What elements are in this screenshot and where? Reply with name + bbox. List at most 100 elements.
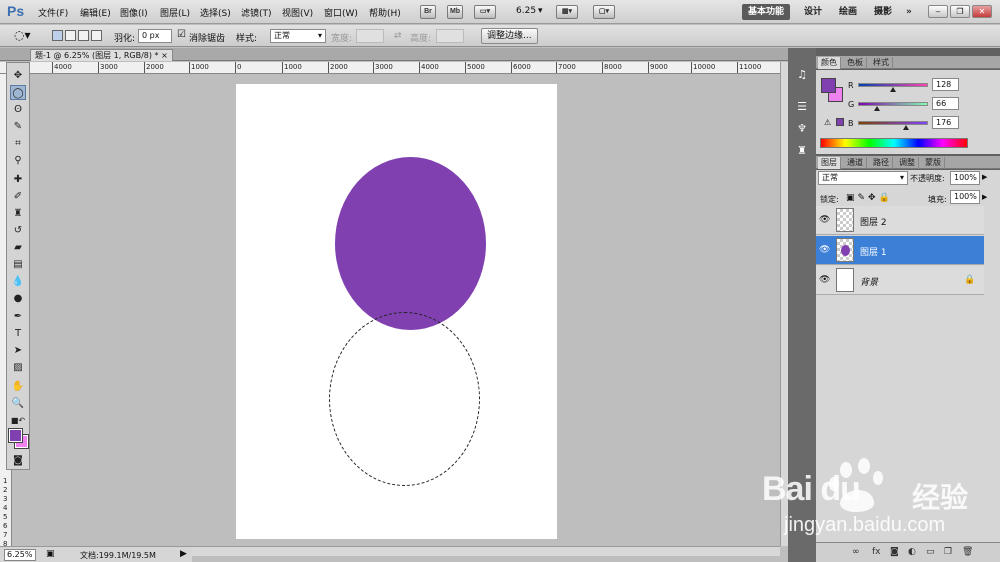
type-icon[interactable]: T: [10, 326, 26, 341]
adjustment-layer-icon[interactable]: ◐: [908, 547, 916, 557]
quick-mask-icon[interactable]: ◙: [10, 453, 26, 468]
new-layer-icon[interactable]: ❐: [944, 547, 952, 557]
healing-brush-icon[interactable]: ✚: [10, 172, 26, 187]
eraser-icon[interactable]: ▰: [10, 240, 26, 255]
history-brush-icon[interactable]: ↺: [10, 223, 26, 238]
clone-source-icon[interactable]: ♆: [795, 122, 809, 136]
layer-mask-icon[interactable]: ◙: [890, 547, 899, 557]
close-icon[interactable]: ✕: [972, 5, 992, 18]
history-panel-icon[interactable]: ♫: [795, 68, 809, 82]
intersect-selection-icon[interactable]: [91, 30, 102, 41]
menu-window[interactable]: 窗口(W): [324, 6, 358, 19]
brush-icon[interactable]: ✐: [10, 189, 26, 204]
dodge-icon[interactable]: ●: [10, 291, 26, 306]
crop-icon[interactable]: ⌗: [10, 136, 26, 151]
tab-channels[interactable]: 通道: [844, 157, 867, 169]
menu-view[interactable]: 视图(V): [282, 6, 313, 19]
status-menu-icon[interactable]: ▣: [46, 549, 55, 559]
workspace-essentials[interactable]: 基本功能: [742, 4, 791, 20]
menu-image[interactable]: 图像(I): [120, 6, 148, 19]
channel-b-input[interactable]: 176: [932, 116, 959, 129]
menu-select[interactable]: 选择(S): [200, 6, 231, 19]
feather-input[interactable]: 0 px: [138, 29, 172, 43]
delete-layer-icon[interactable]: 🗑: [962, 547, 973, 557]
blend-mode-select[interactable]: 正常 ▾: [818, 171, 908, 185]
refine-edge-button[interactable]: 调整边缘...: [481, 28, 538, 44]
layer-row-selected[interactable]: 👁 图层 1: [816, 236, 984, 265]
bridge-button[interactable]: Br: [420, 5, 436, 19]
menu-file[interactable]: 文件(F): [38, 6, 68, 19]
zoom-dropdown-icon[interactable]: ▾: [538, 6, 543, 16]
hand-icon[interactable]: ✋: [10, 379, 26, 394]
color-panel-foreground-swatch[interactable]: [821, 78, 836, 93]
fill-arrow-icon[interactable]: ▶: [982, 193, 987, 201]
link-layers-icon[interactable]: ∞: [852, 547, 860, 557]
zoom-field[interactable]: 6.25%: [4, 549, 36, 561]
restore-icon[interactable]: ❐: [950, 5, 970, 18]
channel-r-thumb[interactable]: [890, 87, 897, 92]
menu-help[interactable]: 帮助(H): [369, 6, 401, 19]
path-selection-icon[interactable]: ➤: [10, 343, 26, 358]
channel-b-thumb[interactable]: [902, 125, 909, 130]
tab-adjustments[interactable]: 调整: [896, 157, 919, 169]
subtract-selection-icon[interactable]: [78, 30, 89, 41]
layer-row[interactable]: 👁 图层 2: [816, 206, 984, 235]
menu-layer[interactable]: 图层(L): [160, 6, 190, 19]
default-colors-icon[interactable]: ■↶: [10, 413, 26, 428]
zoom-icon[interactable]: 🔍: [10, 396, 26, 411]
visibility-eye-icon[interactable]: 👁: [819, 275, 830, 285]
zoom-level[interactable]: 6.25: [516, 6, 536, 16]
adjustments-panel-icon[interactable]: ☰: [795, 100, 809, 114]
menu-filter[interactable]: 滤镜(T): [241, 6, 272, 19]
blur-icon[interactable]: 💧: [10, 274, 26, 289]
visibility-eye-icon[interactable]: 👁: [819, 215, 830, 225]
lock-options-icon[interactable]: ▣✎✥🔒: [846, 193, 893, 203]
document-canvas[interactable]: [236, 84, 557, 539]
arrange-documents-button[interactable]: ▦▾: [556, 5, 578, 19]
channel-b-slider[interactable]: [858, 121, 928, 130]
quick-selection-icon[interactable]: ✎: [10, 119, 26, 134]
pen-icon[interactable]: ✒: [10, 309, 26, 324]
tab-swatches[interactable]: 色板: [844, 57, 867, 69]
workspace-painting[interactable]: 绘画: [833, 4, 863, 20]
antialias-checkbox[interactable]: ☑: [177, 29, 186, 40]
channel-r-slider[interactable]: [858, 83, 928, 92]
eyedropper-icon[interactable]: ⚲: [10, 153, 26, 168]
channel-g-input[interactable]: 66: [932, 97, 959, 110]
workspace-design[interactable]: 设计: [798, 4, 828, 20]
channel-r-input[interactable]: 128: [932, 78, 959, 91]
channel-g-thumb[interactable]: [873, 106, 880, 111]
elliptical-marquee-icon[interactable]: ◯: [10, 85, 26, 100]
menu-edit[interactable]: 编辑(E): [80, 6, 111, 19]
horizontal-scrollbar[interactable]: [192, 546, 780, 556]
lasso-icon[interactable]: ʘ: [10, 102, 26, 117]
opacity-input[interactable]: 100%: [950, 171, 980, 185]
layer-style-icon[interactable]: fx: [872, 547, 881, 557]
add-selection-icon[interactable]: [65, 30, 76, 41]
style-select[interactable]: 正常 ▾: [270, 29, 326, 43]
document-tab[interactable]: 题-1 @ 6.25% (图层 1, RGB/8) * ×: [30, 49, 173, 61]
tab-masks[interactable]: 蒙版: [922, 157, 945, 169]
tab-color[interactable]: 颜色: [818, 57, 841, 69]
layer-row[interactable]: 👁 背景 🔒: [816, 266, 984, 295]
mini-bridge-button[interactable]: Mb: [447, 5, 463, 19]
opacity-arrow-icon[interactable]: ▶: [982, 173, 987, 181]
status-arrow-icon[interactable]: ▶: [180, 549, 187, 559]
fill-input[interactable]: 100%: [950, 190, 980, 204]
gradient-icon[interactable]: ▤: [10, 257, 26, 272]
gamut-swatch[interactable]: [836, 118, 844, 126]
marching-ants-selection[interactable]: [329, 312, 480, 486]
shape-icon[interactable]: ▨: [10, 360, 26, 375]
workspace-photography[interactable]: 摄影: [868, 4, 898, 20]
color-spectrum-bar[interactable]: [820, 138, 968, 148]
clone-stamp-icon[interactable]: ♜: [10, 206, 26, 221]
tab-layers[interactable]: 图层: [818, 157, 841, 169]
canvas-area[interactable]: [12, 74, 780, 546]
foreground-color-swatch[interactable]: [8, 428, 23, 443]
tab-paths[interactable]: 路径: [870, 157, 893, 169]
visibility-eye-icon[interactable]: 👁: [819, 245, 830, 255]
channel-g-slider[interactable]: [858, 102, 928, 111]
tab-styles[interactable]: 样式: [870, 57, 893, 69]
new-selection-icon[interactable]: [52, 30, 63, 41]
gamut-warning-icon[interactable]: ⚠: [824, 118, 831, 127]
